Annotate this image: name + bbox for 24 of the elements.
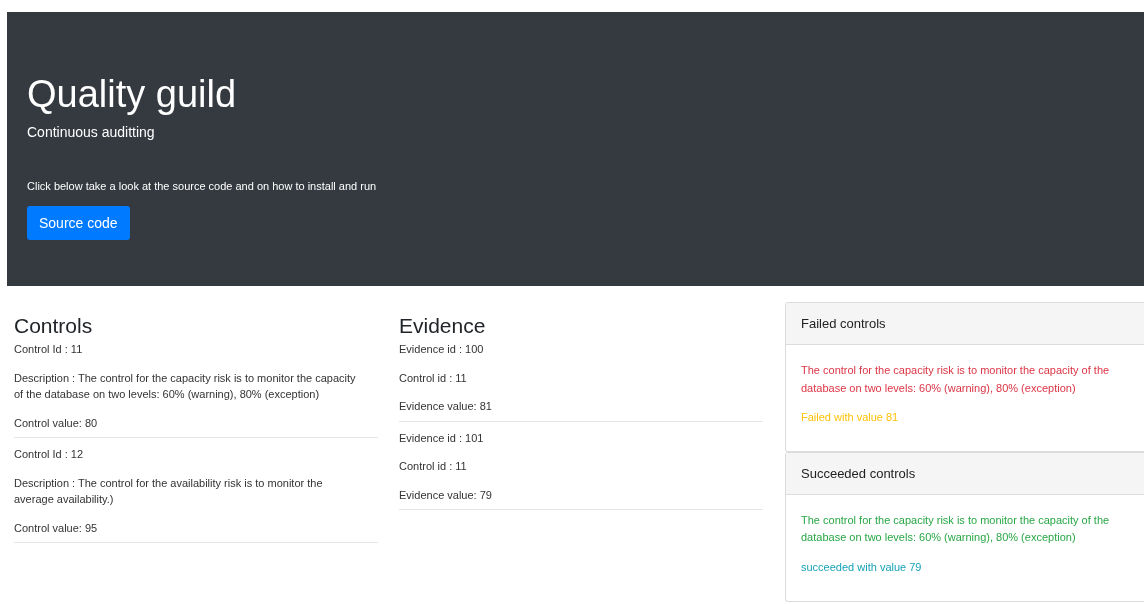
evidence-id: Evidence id : 100 [399,342,485,358]
page-title: Quality guild [27,72,237,117]
result-outcome: Failed with value 81 [801,410,900,426]
control-id: Control Id : 11 [14,342,84,358]
card-header: Failed controls [786,303,1144,345]
intro-text: Click below take a look at the source code and on how to install and run [27,179,377,192]
control-value: Control value: 95 [14,520,99,536]
evidence-value: Evidence value: 79 [399,487,493,503]
section-heading: Evidence [399,314,487,338]
result-description: The control for the capacity risk is to monitor the capacity of the database on two levels: 60% (warning), 80% (exception) [801,363,1111,396]
result-description: The control for the capacity risk is to monitor the capacity of the database on two levels: 60% (warning), 80% (exception) [801,512,1111,546]
evidence-value: Evidence value: 81 [399,399,493,415]
control-id: Control Id : 12 [14,447,85,463]
section-heading: Controls [14,314,94,338]
evidence-id: Evidence id : 101 [399,430,485,446]
control-description: Description : The control for the capacity risk is to monitor the capacity of the database on two levels: 60% (warning), 80% (exception) [14,370,357,403]
result-outcome: succeeded with value 79 [801,559,923,575]
control-id: Control id : 11 [399,459,468,475]
control-id: Control id : 11 [399,370,468,386]
page-subtitle: Continuous auditting [27,123,155,140]
source-code-button[interactable]: Source code [27,205,130,240]
card-header: Succeeded controls [786,452,1144,495]
control-value: Control value: 80 [14,415,99,431]
control-description: Description : The control for the availability risk is to monitor the average availability.) [14,475,324,508]
